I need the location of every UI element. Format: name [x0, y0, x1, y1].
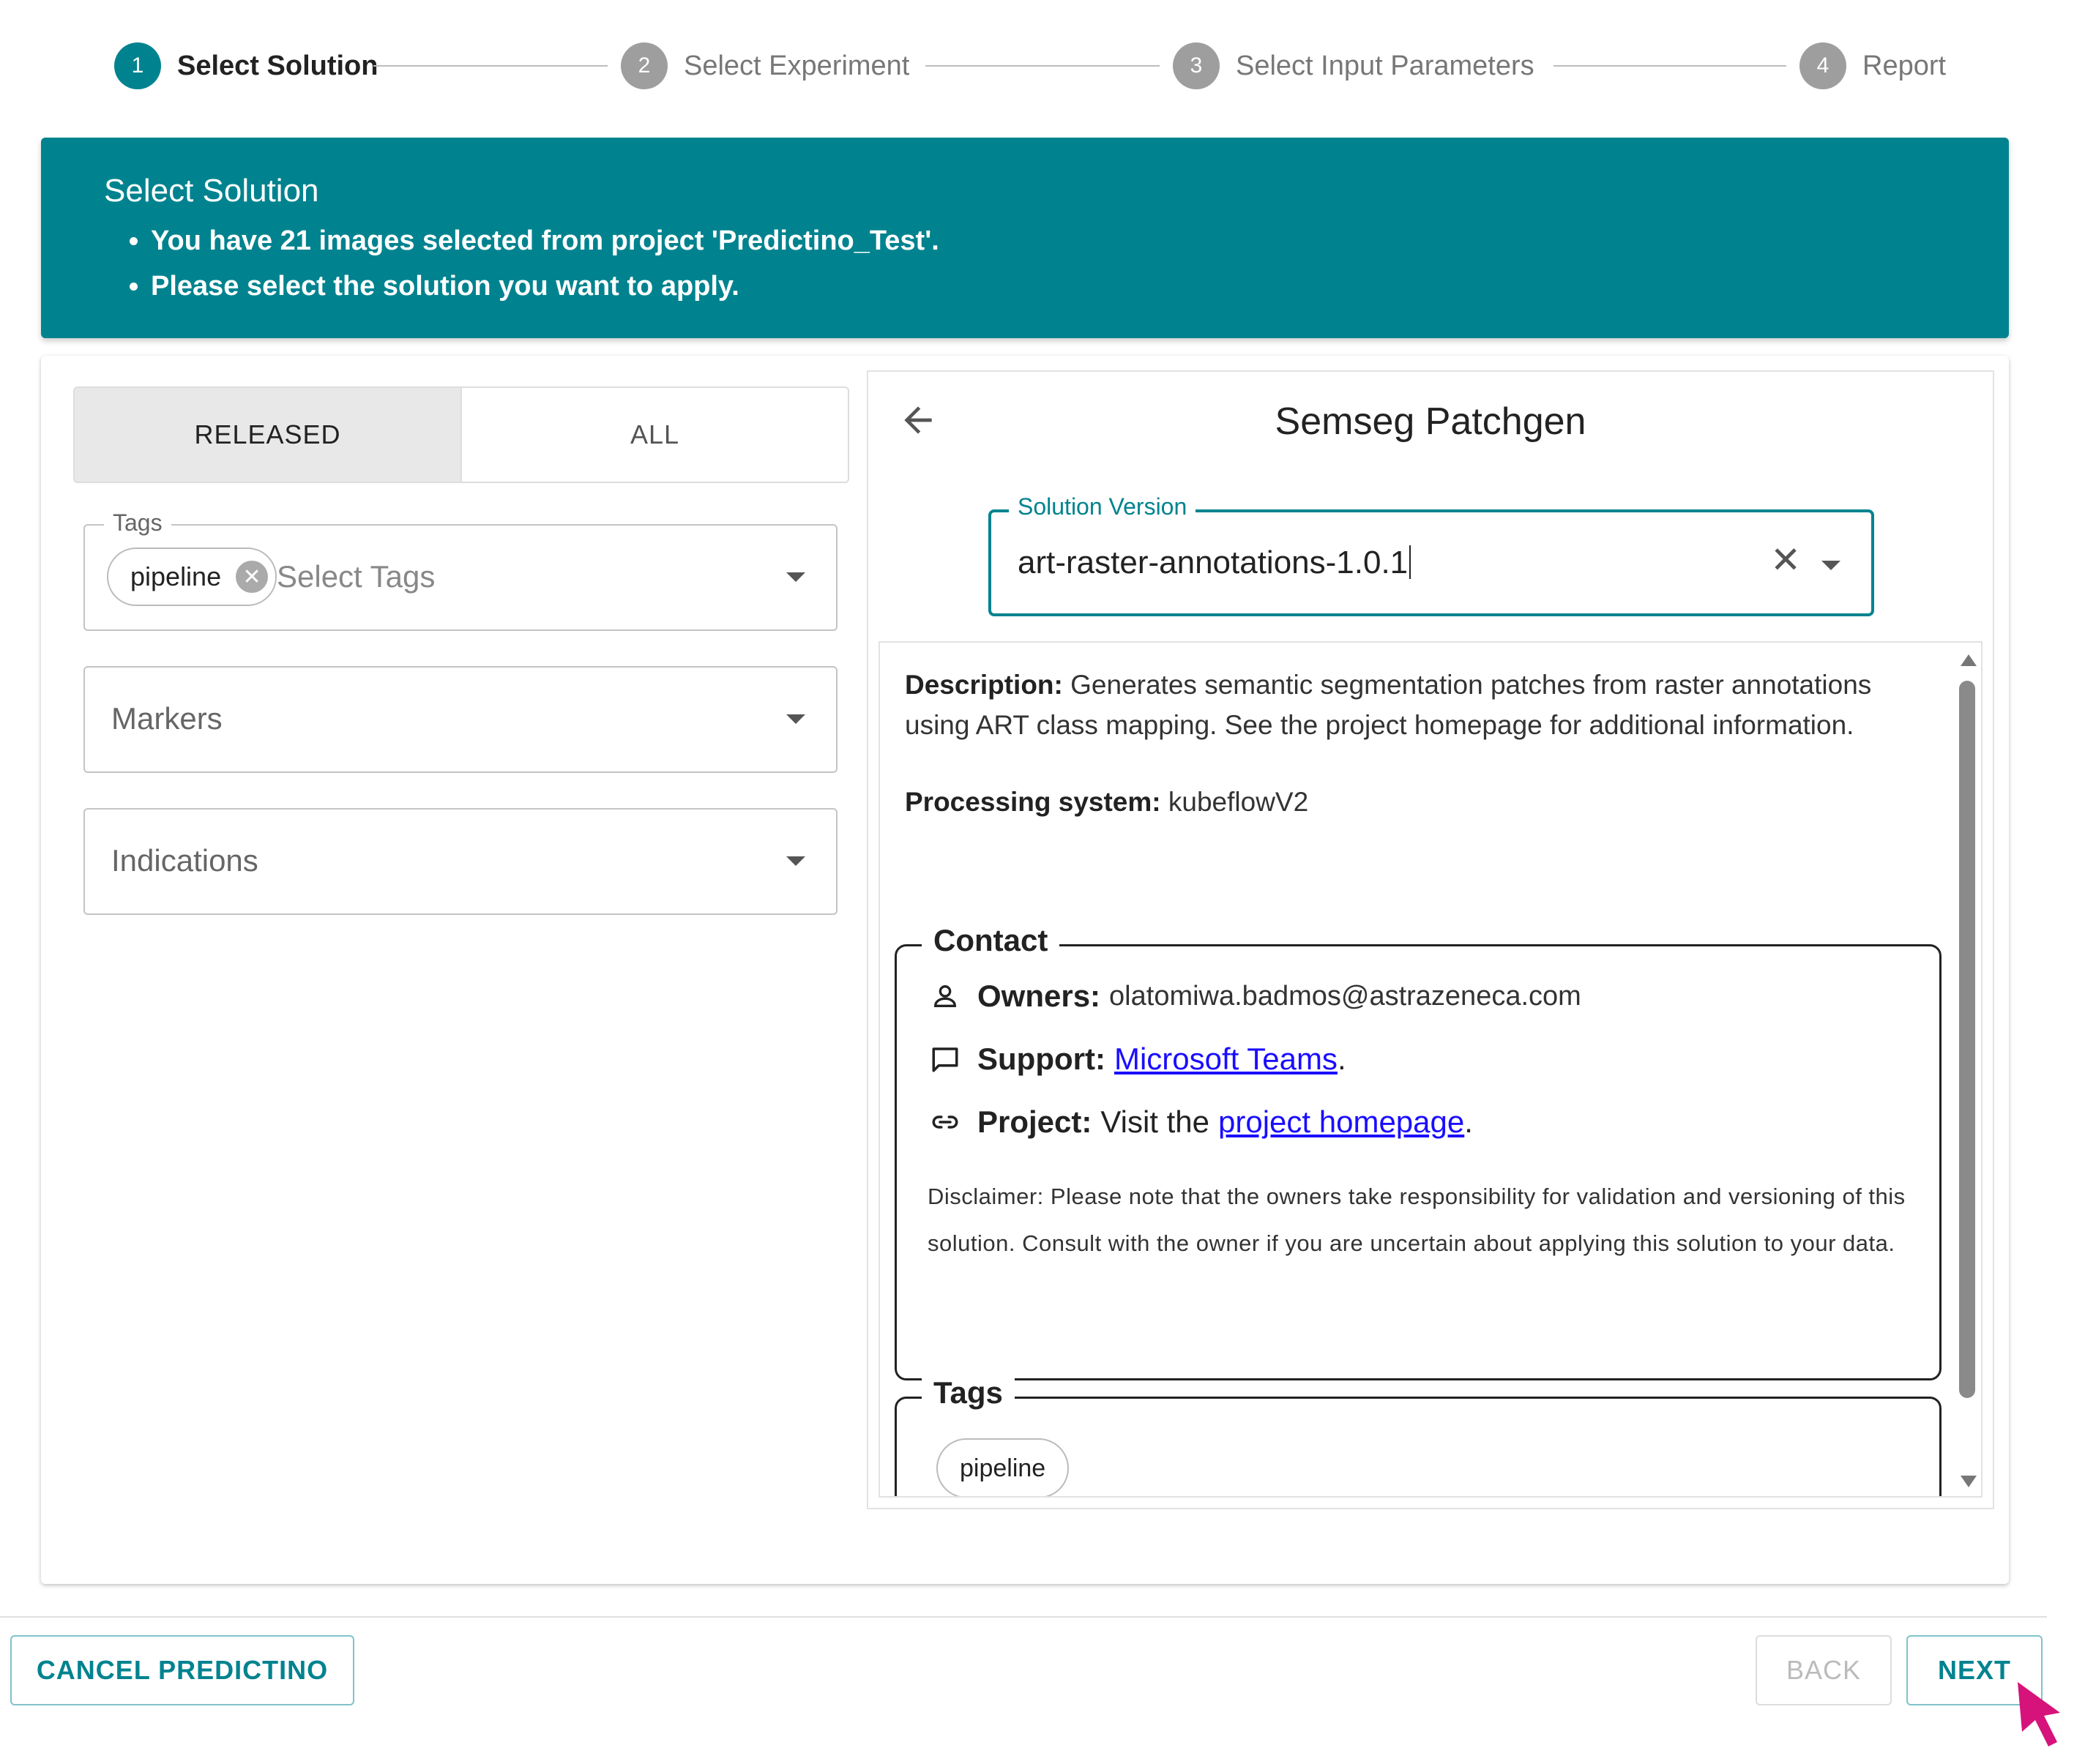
scroll-down-icon[interactable]: [1961, 1476, 1977, 1487]
banner-bullet: You have 21 images selected from project…: [151, 218, 939, 264]
remove-chip-icon[interactable]: ✕: [236, 561, 269, 593]
scroll-up-icon[interactable]: [1961, 654, 1977, 666]
chat-icon: [929, 1043, 961, 1075]
solution-info-scroll[interactable]: Description: Generates semantic segmenta…: [879, 641, 1983, 1498]
solution-title: Semseg Patchgen: [1275, 400, 1586, 443]
step-number: 2: [621, 42, 668, 89]
step-label: Select Solution: [177, 50, 378, 81]
solution-card: RELEASED ALL Tags pipeline ✕ Select Tags…: [41, 356, 2009, 1584]
cancel-button[interactable]: CANCEL PREDICTINO: [10, 1635, 354, 1705]
release-filter-toggle: RELEASED ALL: [73, 386, 849, 483]
step-report[interactable]: 4 Report: [1799, 40, 1946, 91]
solution-detail-panel: Semseg Patchgen Solution Version art-ras…: [867, 370, 1994, 1509]
owners-row: Owners: olatomiwa.badmos@astrazeneca.com: [929, 979, 1581, 1014]
solution-version-select[interactable]: Solution Version art-raster-annotations-…: [988, 493, 1874, 616]
processing-value: kubeflowV2: [1168, 787, 1309, 817]
step-number: 1: [114, 42, 161, 89]
banner-bullet: Please select the solution you want to a…: [151, 264, 939, 309]
tags-placeholder: Select Tags: [277, 559, 436, 594]
support-label: Support:: [977, 1042, 1105, 1076]
step-label: Select Experiment: [684, 50, 910, 81]
contact-legend: Contact: [922, 923, 1060, 958]
tag-pill: pipeline: [936, 1438, 1070, 1496]
tag-chip-label: pipeline: [130, 561, 222, 591]
indications-select[interactable]: Indications: [83, 808, 838, 915]
project-prefix: Visit the: [1100, 1105, 1210, 1139]
stepper: 1 Select Solution 2 Select Experiment 3 …: [0, 0, 2085, 132]
owners-label: Owners:: [977, 979, 1101, 1013]
tags-section-legend: Tags: [922, 1375, 1015, 1410]
description: Description: Generates semantic segmenta…: [905, 665, 1927, 745]
banner-bullets: You have 21 images selected from project…: [122, 218, 939, 309]
banner-title: Select Solution: [104, 173, 319, 209]
tags-select[interactable]: Tags pipeline ✕ Select Tags: [83, 509, 838, 631]
tag-chip-pipeline: pipeline ✕: [107, 547, 277, 606]
support-row: Support: Microsoft Teams.: [929, 1042, 1346, 1077]
back-button[interactable]: BACK: [1756, 1635, 1892, 1705]
scrollbar[interactable]: [1956, 650, 1977, 1492]
markers-select[interactable]: Markers: [83, 666, 838, 773]
step-select-input-parameters[interactable]: 3 Select Input Parameters: [1173, 40, 1534, 91]
step-select-experiment[interactable]: 2 Select Experiment: [621, 40, 909, 91]
info-banner: Select Solution You have 21 images selec…: [41, 138, 2009, 338]
mouse-cursor-icon: [2018, 1682, 2060, 1746]
step-connector: [1554, 65, 1786, 67]
project-row: Project: Visit the project homepage.: [929, 1105, 1473, 1140]
project-label: Project:: [977, 1105, 1092, 1139]
step-number: 4: [1799, 42, 1846, 89]
indications-placeholder: Indications: [111, 843, 258, 878]
step-connector: [925, 65, 1160, 67]
footer-divider: [0, 1616, 2047, 1618]
tags-section: Tags pipeline: [895, 1375, 1942, 1496]
chevron-down-icon[interactable]: [786, 572, 805, 582]
chevron-down-icon[interactable]: [786, 856, 805, 866]
tags-legend: Tags: [104, 509, 171, 537]
toggle-all[interactable]: ALL: [462, 388, 848, 482]
chevron-down-icon[interactable]: [786, 714, 805, 724]
step-label: Report: [1862, 50, 1947, 81]
person-icon: [929, 980, 961, 1012]
step-label: Select Input Parameters: [1236, 50, 1534, 81]
step-number: 3: [1173, 42, 1220, 89]
processing-system: Processing system: kubeflowV2: [905, 782, 1927, 822]
toggle-released[interactable]: RELEASED: [75, 388, 462, 482]
contact-section: Contact Owners: olatomiwa.badmos@astraze…: [895, 923, 1942, 1380]
project-homepage-link[interactable]: project homepage: [1218, 1105, 1464, 1140]
microsoft-teams-link[interactable]: Microsoft Teams: [1114, 1042, 1338, 1077]
chevron-down-icon[interactable]: [1821, 561, 1840, 570]
close-icon[interactable]: ✕: [1770, 539, 1801, 581]
processing-label: Processing system:: [905, 787, 1161, 817]
step-select-solution[interactable]: 1 Select Solution: [114, 40, 378, 91]
disclaimer: Disclaimer: Please note that the owners …: [928, 1184, 1906, 1256]
markers-placeholder: Markers: [111, 701, 223, 736]
solution-version-legend: Solution Version: [1009, 493, 1196, 520]
description-label: Description:: [905, 670, 1063, 700]
scrollbar-thumb[interactable]: [1959, 681, 1975, 1398]
solution-version-value[interactable]: art-raster-annotations-1.0.1: [1018, 545, 1411, 581]
step-connector: [373, 65, 608, 67]
owners-value: olatomiwa.badmos@astrazeneca.com: [1109, 980, 1581, 1012]
solution-info-content: Description: Generates semantic segmenta…: [905, 665, 1927, 822]
link-icon: [929, 1106, 961, 1138]
